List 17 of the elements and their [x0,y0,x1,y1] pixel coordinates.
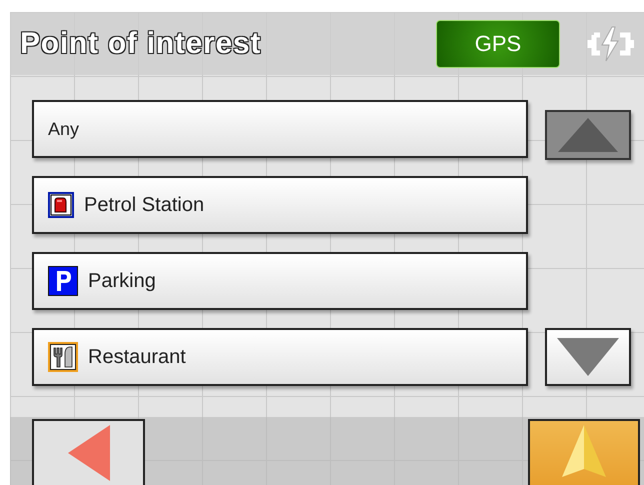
back-button[interactable] [32,419,145,485]
gps-badge: GPS [436,20,560,68]
parking-icon [48,266,78,296]
cutlery-icon [48,342,78,372]
up-triangle-icon [558,118,618,152]
scroll-up-button[interactable] [545,110,631,160]
down-triangle-icon [557,338,619,376]
scroll-down-button[interactable] [545,328,631,386]
navigate-button[interactable] [528,419,640,485]
battery-charging-icon [586,24,634,62]
category-list-item[interactable]: Petrol Station [32,176,528,234]
fuel-pump-icon [48,192,74,218]
category-list-item[interactable]: Parking [32,252,528,310]
category-list-item[interactable]: Any [32,100,528,158]
screen-title: Point of interest [20,26,262,62]
left-triangle-icon [68,425,110,481]
category-list-item[interactable]: Restaurant [32,328,528,386]
